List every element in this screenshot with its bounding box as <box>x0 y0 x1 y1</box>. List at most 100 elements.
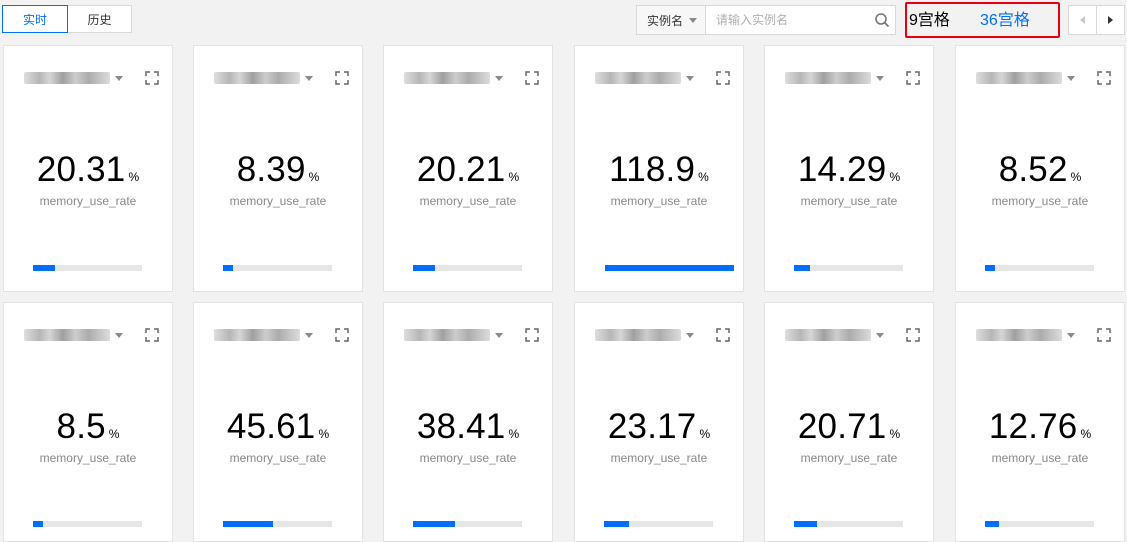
value-line: 118.9% <box>575 150 743 190</box>
instance-name-blurred <box>404 329 490 341</box>
usage-bar-track <box>794 265 903 271</box>
metric-card[interactable]: 14.29% memory_use_rate <box>764 45 934 292</box>
fullscreen-icon[interactable] <box>145 71 159 85</box>
usage-bar-fill <box>794 265 810 271</box>
instance-name-dropdown[interactable] <box>24 72 123 84</box>
metric-name: memory_use_rate <box>991 451 1089 465</box>
value-line: 20.21% <box>384 150 552 190</box>
metric-card[interactable]: 38.41% memory_use_rate <box>383 302 553 542</box>
caret-down-icon <box>115 332 123 338</box>
usage-bar-track <box>33 521 142 527</box>
metric-value: 23.17 <box>607 407 697 446</box>
metric-name: memory_use_rate <box>800 194 898 208</box>
instance-name-dropdown[interactable] <box>24 329 123 341</box>
metric-unit: % <box>889 427 901 441</box>
metric-card[interactable]: 23.17% memory_use_rate <box>574 302 744 542</box>
caret-down-icon <box>876 332 884 338</box>
instance-name-dropdown[interactable] <box>214 329 313 341</box>
search-field-select[interactable]: 实例名 <box>636 5 706 35</box>
instance-name-blurred <box>24 72 110 84</box>
instance-name-blurred <box>214 72 300 84</box>
caret-down-icon <box>686 332 694 338</box>
fullscreen-icon[interactable] <box>1097 71 1111 85</box>
fullscreen-icon[interactable] <box>1097 328 1111 342</box>
instance-name-dropdown[interactable] <box>595 72 694 84</box>
search-input[interactable] <box>706 5 896 35</box>
metric-card[interactable]: 20.31% memory_use_rate <box>3 45 173 292</box>
caret-down-icon <box>1067 332 1075 338</box>
search-field-label: 实例名 <box>647 13 684 28</box>
usage-bar-fill <box>223 265 233 271</box>
usage-bar-track <box>604 521 713 527</box>
prev-page-button[interactable] <box>1068 5 1097 35</box>
metric-unit: % <box>108 427 120 441</box>
fullscreen-icon[interactable] <box>525 328 539 342</box>
metric-card[interactable]: 8.52% memory_use_rate <box>955 45 1125 292</box>
fullscreen-icon[interactable] <box>145 328 159 342</box>
caret-down-icon <box>495 332 503 338</box>
instance-name-dropdown[interactable] <box>404 72 503 84</box>
caret-down-icon <box>495 75 503 81</box>
caret-down-icon <box>305 75 313 81</box>
fullscreen-icon[interactable] <box>716 328 730 342</box>
fullscreen-icon[interactable] <box>716 71 730 85</box>
value-line: 20.31% <box>4 150 172 190</box>
fullscreen-icon[interactable] <box>335 328 349 342</box>
instance-name-blurred <box>214 329 300 341</box>
metric-value: 8.5 <box>56 407 106 446</box>
caret-down-icon <box>689 17 698 23</box>
grid-9-button[interactable]: 9宫格 <box>909 6 980 34</box>
usage-bar-track <box>413 521 522 527</box>
metric-unit: % <box>889 170 901 184</box>
instance-name-dropdown[interactable] <box>976 329 1075 341</box>
fullscreen-icon[interactable] <box>525 71 539 85</box>
instance-name-blurred <box>976 72 1062 84</box>
tab-realtime[interactable]: 实时 <box>2 5 68 33</box>
instance-name-dropdown[interactable] <box>404 329 503 341</box>
metric-card[interactable]: 118.9% memory_use_rate <box>574 45 744 292</box>
usage-bar-fill <box>33 265 55 271</box>
fullscreen-icon[interactable] <box>335 71 349 85</box>
next-page-button[interactable] <box>1096 5 1125 35</box>
metric-name: memory_use_rate <box>991 194 1089 208</box>
usage-bar-fill <box>605 265 734 271</box>
usage-bar-track <box>794 521 903 527</box>
metric-unit: % <box>699 427 711 441</box>
instance-name-dropdown[interactable] <box>214 72 313 84</box>
usage-bar-fill <box>794 521 817 527</box>
instance-name-dropdown[interactable] <box>785 329 884 341</box>
value-line: 12.76% <box>956 407 1124 447</box>
usage-bar-fill <box>33 521 43 527</box>
metric-name: memory_use_rate <box>39 194 137 208</box>
instance-name-blurred <box>595 329 681 341</box>
pager <box>1068 5 1125 35</box>
metric-card[interactable]: 45.61% memory_use_rate <box>193 302 363 542</box>
metric-card[interactable]: 20.71% memory_use_rate <box>764 302 934 542</box>
value-line: 8.52% <box>956 150 1124 190</box>
metric-name: memory_use_rate <box>419 194 517 208</box>
instance-name-dropdown[interactable] <box>595 329 694 341</box>
metric-value: 38.41 <box>416 407 506 446</box>
metric-card[interactable]: 8.5% memory_use_rate <box>3 302 173 542</box>
fullscreen-icon[interactable] <box>906 328 920 342</box>
search-icon[interactable] <box>874 12 890 28</box>
fullscreen-icon[interactable] <box>906 71 920 85</box>
grid-36-button[interactable]: 36宫格 <box>980 6 1056 34</box>
usage-bar-fill <box>985 521 999 527</box>
instance-name-dropdown[interactable] <box>785 72 884 84</box>
value-line: 38.41% <box>384 407 552 447</box>
metric-card[interactable]: 12.76% memory_use_rate <box>955 302 1125 542</box>
metric-card[interactable]: 8.39% memory_use_rate <box>193 45 363 292</box>
caret-down-icon <box>305 332 313 338</box>
metric-card[interactable]: 20.21% memory_use_rate <box>383 45 553 292</box>
instance-name-blurred <box>24 329 110 341</box>
value-line: 14.29% <box>765 150 933 190</box>
metric-value: 45.61 <box>226 407 316 446</box>
instance-name-dropdown[interactable] <box>976 72 1075 84</box>
metric-unit: % <box>1070 170 1082 184</box>
value-line: 23.17% <box>575 407 743 447</box>
metric-value: 12.76 <box>988 407 1078 446</box>
metric-name: memory_use_rate <box>39 451 137 465</box>
tab-history[interactable]: 历史 <box>67 5 132 33</box>
search-group: 实例名 <box>636 5 896 35</box>
